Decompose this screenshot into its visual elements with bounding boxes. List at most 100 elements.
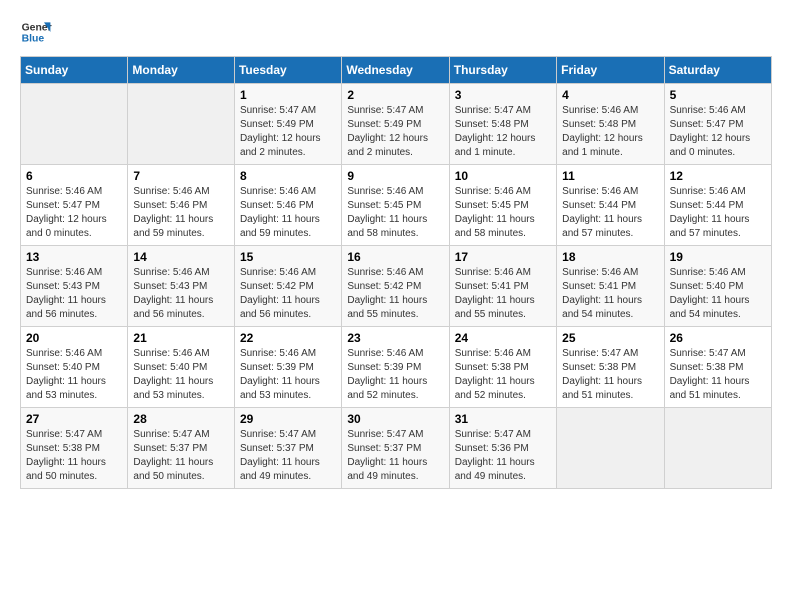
day-number: 7 bbox=[133, 169, 229, 183]
calendar-week-row: 6Sunrise: 5:46 AM Sunset: 5:47 PM Daylig… bbox=[21, 165, 772, 246]
calendar-cell: 29 Sunrise: 5:47 AM Sunset: 5:37 PM Dayli… bbox=[234, 408, 341, 489]
header: General Blue bbox=[20, 16, 772, 48]
calendar-cell: 1 Sunrise: 5:47 AM Sunset: 5:49 PM Daylig… bbox=[234, 84, 341, 165]
day-number: 30 bbox=[347, 412, 443, 426]
day-info: Sunrise: 5:46 AM Sunset: 5:39 PM Dayligh… bbox=[240, 347, 336, 403]
day-number: 21 bbox=[133, 331, 229, 345]
calendar-cell: 25 Sunrise: 5:47 AM Sunset: 5:38 PM Dayli… bbox=[557, 327, 664, 408]
day-number: 16 bbox=[347, 250, 443, 264]
day-info: Sunrise: 5:47 AM Sunset: 5:38 PM Dayligh… bbox=[562, 347, 658, 403]
calendar-cell: 10 Sunrise: 5:46 AM Sunset: 5:45 PM Dayli… bbox=[449, 165, 556, 246]
day-number: 18 bbox=[562, 250, 658, 264]
calendar-cell: 16 Sunrise: 5:46 AM Sunset: 5:42 PM Dayli… bbox=[342, 246, 449, 327]
day-info: Sunrise: 5:47 AM Sunset: 5:37 PM Dayligh… bbox=[240, 428, 336, 484]
calendar-cell: 28Sunrise: 5:47 AM Sunset: 5:37 PM Dayli… bbox=[128, 408, 235, 489]
day-number: 25 bbox=[562, 331, 658, 345]
day-number: 19 bbox=[670, 250, 766, 264]
day-info: Sunrise: 5:46 AM Sunset: 5:45 PM Dayligh… bbox=[347, 185, 443, 241]
calendar-cell: 19 Sunrise: 5:46 AM Sunset: 5:40 PM Dayli… bbox=[664, 246, 771, 327]
calendar-cell: 21Sunrise: 5:46 AM Sunset: 5:40 PM Dayli… bbox=[128, 327, 235, 408]
weekday-header-monday: Monday bbox=[128, 57, 235, 84]
day-number: 12 bbox=[670, 169, 766, 183]
day-number: 15 bbox=[240, 250, 336, 264]
day-number: 2 bbox=[347, 88, 443, 102]
weekday-header-tuesday: Tuesday bbox=[234, 57, 341, 84]
calendar-cell: 6Sunrise: 5:46 AM Sunset: 5:47 PM Daylig… bbox=[21, 165, 128, 246]
calendar-cell bbox=[664, 408, 771, 489]
day-number: 9 bbox=[347, 169, 443, 183]
calendar-cell: 12 Sunrise: 5:46 AM Sunset: 5:44 PM Dayli… bbox=[664, 165, 771, 246]
day-number: 4 bbox=[562, 88, 658, 102]
day-info: Sunrise: 5:46 AM Sunset: 5:39 PM Dayligh… bbox=[347, 347, 443, 403]
day-info: Sunrise: 5:47 AM Sunset: 5:36 PM Dayligh… bbox=[455, 428, 551, 484]
calendar-cell: 15 Sunrise: 5:46 AM Sunset: 5:42 PM Dayli… bbox=[234, 246, 341, 327]
day-number: 29 bbox=[240, 412, 336, 426]
calendar-cell bbox=[557, 408, 664, 489]
calendar-week-row: 27Sunrise: 5:47 AM Sunset: 5:38 PM Dayli… bbox=[21, 408, 772, 489]
day-info: Sunrise: 5:46 AM Sunset: 5:42 PM Dayligh… bbox=[347, 266, 443, 322]
calendar-cell: 7 Sunrise: 5:46 AM Sunset: 5:46 PM Daylig… bbox=[128, 165, 235, 246]
day-info: Sunrise: 5:47 AM Sunset: 5:48 PM Dayligh… bbox=[455, 104, 551, 160]
day-number: 17 bbox=[455, 250, 551, 264]
day-info: Sunrise: 5:46 AM Sunset: 5:40 PM Dayligh… bbox=[670, 266, 766, 322]
weekday-header-thursday: Thursday bbox=[449, 57, 556, 84]
day-info: Sunrise: 5:46 AM Sunset: 5:43 PM Dayligh… bbox=[133, 266, 229, 322]
calendar-cell: 2 Sunrise: 5:47 AM Sunset: 5:49 PM Daylig… bbox=[342, 84, 449, 165]
day-number: 6 bbox=[26, 169, 122, 183]
day-info: Sunrise: 5:46 AM Sunset: 5:46 PM Dayligh… bbox=[133, 185, 229, 241]
calendar-cell bbox=[21, 84, 128, 165]
calendar-cell: 30 Sunrise: 5:47 AM Sunset: 5:37 PM Dayli… bbox=[342, 408, 449, 489]
day-number: 20 bbox=[26, 331, 122, 345]
weekday-header-wednesday: Wednesday bbox=[342, 57, 449, 84]
calendar-cell: 20 Sunrise: 5:46 AM Sunset: 5:40 PM Dayli… bbox=[21, 327, 128, 408]
day-info: Sunrise: 5:47 AM Sunset: 5:37 PM Dayligh… bbox=[347, 428, 443, 484]
calendar-cell: 22Sunrise: 5:46 AM Sunset: 5:39 PM Dayli… bbox=[234, 327, 341, 408]
day-number: 5 bbox=[670, 88, 766, 102]
day-number: 14 bbox=[133, 250, 229, 264]
calendar-table: SundayMondayTuesdayWednesdayThursdayFrid… bbox=[20, 56, 772, 489]
day-number: 1 bbox=[240, 88, 336, 102]
day-info: Sunrise: 5:47 AM Sunset: 5:38 PM Dayligh… bbox=[26, 428, 122, 484]
calendar-week-row: 13 Sunrise: 5:46 AM Sunset: 5:43 PM Dayli… bbox=[21, 246, 772, 327]
calendar-cell: 14 Sunrise: 5:46 AM Sunset: 5:43 PM Dayli… bbox=[128, 246, 235, 327]
calendar-week-row: 20 Sunrise: 5:46 AM Sunset: 5:40 PM Dayli… bbox=[21, 327, 772, 408]
day-number: 8 bbox=[240, 169, 336, 183]
day-number: 23 bbox=[347, 331, 443, 345]
day-info: Sunrise: 5:46 AM Sunset: 5:43 PM Dayligh… bbox=[26, 266, 122, 322]
day-info: Sunrise: 5:47 AM Sunset: 5:49 PM Dayligh… bbox=[347, 104, 443, 160]
logo-icon: General Blue bbox=[20, 16, 52, 48]
day-number: 10 bbox=[455, 169, 551, 183]
weekday-header-row: SundayMondayTuesdayWednesdayThursdayFrid… bbox=[21, 57, 772, 84]
calendar-cell: 9 Sunrise: 5:46 AM Sunset: 5:45 PM Daylig… bbox=[342, 165, 449, 246]
calendar-cell: 18 Sunrise: 5:46 AM Sunset: 5:41 PM Dayli… bbox=[557, 246, 664, 327]
logo: General Blue bbox=[20, 16, 56, 48]
calendar-cell: 8 Sunrise: 5:46 AM Sunset: 5:46 PM Daylig… bbox=[234, 165, 341, 246]
day-info: Sunrise: 5:46 AM Sunset: 5:41 PM Dayligh… bbox=[562, 266, 658, 322]
calendar-cell: 5Sunrise: 5:46 AM Sunset: 5:47 PM Daylig… bbox=[664, 84, 771, 165]
weekday-header-friday: Friday bbox=[557, 57, 664, 84]
day-info: Sunrise: 5:46 AM Sunset: 5:44 PM Dayligh… bbox=[562, 185, 658, 241]
day-number: 11 bbox=[562, 169, 658, 183]
day-info: Sunrise: 5:46 AM Sunset: 5:45 PM Dayligh… bbox=[455, 185, 551, 241]
calendar-cell: 27Sunrise: 5:47 AM Sunset: 5:38 PM Dayli… bbox=[21, 408, 128, 489]
calendar-cell: 24Sunrise: 5:46 AM Sunset: 5:38 PM Dayli… bbox=[449, 327, 556, 408]
day-number: 24 bbox=[455, 331, 551, 345]
day-number: 3 bbox=[455, 88, 551, 102]
calendar-cell: 11 Sunrise: 5:46 AM Sunset: 5:44 PM Dayli… bbox=[557, 165, 664, 246]
calendar-cell bbox=[128, 84, 235, 165]
day-info: Sunrise: 5:46 AM Sunset: 5:40 PM Dayligh… bbox=[26, 347, 122, 403]
day-info: Sunrise: 5:47 AM Sunset: 5:38 PM Dayligh… bbox=[670, 347, 766, 403]
day-number: 31 bbox=[455, 412, 551, 426]
day-info: Sunrise: 5:46 AM Sunset: 5:44 PM Dayligh… bbox=[670, 185, 766, 241]
calendar-container: General Blue SundayMondayTuesdayWednesda… bbox=[0, 0, 792, 499]
day-info: Sunrise: 5:47 AM Sunset: 5:37 PM Dayligh… bbox=[133, 428, 229, 484]
calendar-cell: 23 Sunrise: 5:46 AM Sunset: 5:39 PM Dayli… bbox=[342, 327, 449, 408]
calendar-cell: 4Sunrise: 5:46 AM Sunset: 5:48 PM Daylig… bbox=[557, 84, 664, 165]
calendar-cell: 26Sunrise: 5:47 AM Sunset: 5:38 PM Dayli… bbox=[664, 327, 771, 408]
day-number: 13 bbox=[26, 250, 122, 264]
day-info: Sunrise: 5:47 AM Sunset: 5:49 PM Dayligh… bbox=[240, 104, 336, 160]
calendar-cell: 3 Sunrise: 5:47 AM Sunset: 5:48 PM Daylig… bbox=[449, 84, 556, 165]
day-info: Sunrise: 5:46 AM Sunset: 5:41 PM Dayligh… bbox=[455, 266, 551, 322]
day-info: Sunrise: 5:46 AM Sunset: 5:42 PM Dayligh… bbox=[240, 266, 336, 322]
day-info: Sunrise: 5:46 AM Sunset: 5:46 PM Dayligh… bbox=[240, 185, 336, 241]
